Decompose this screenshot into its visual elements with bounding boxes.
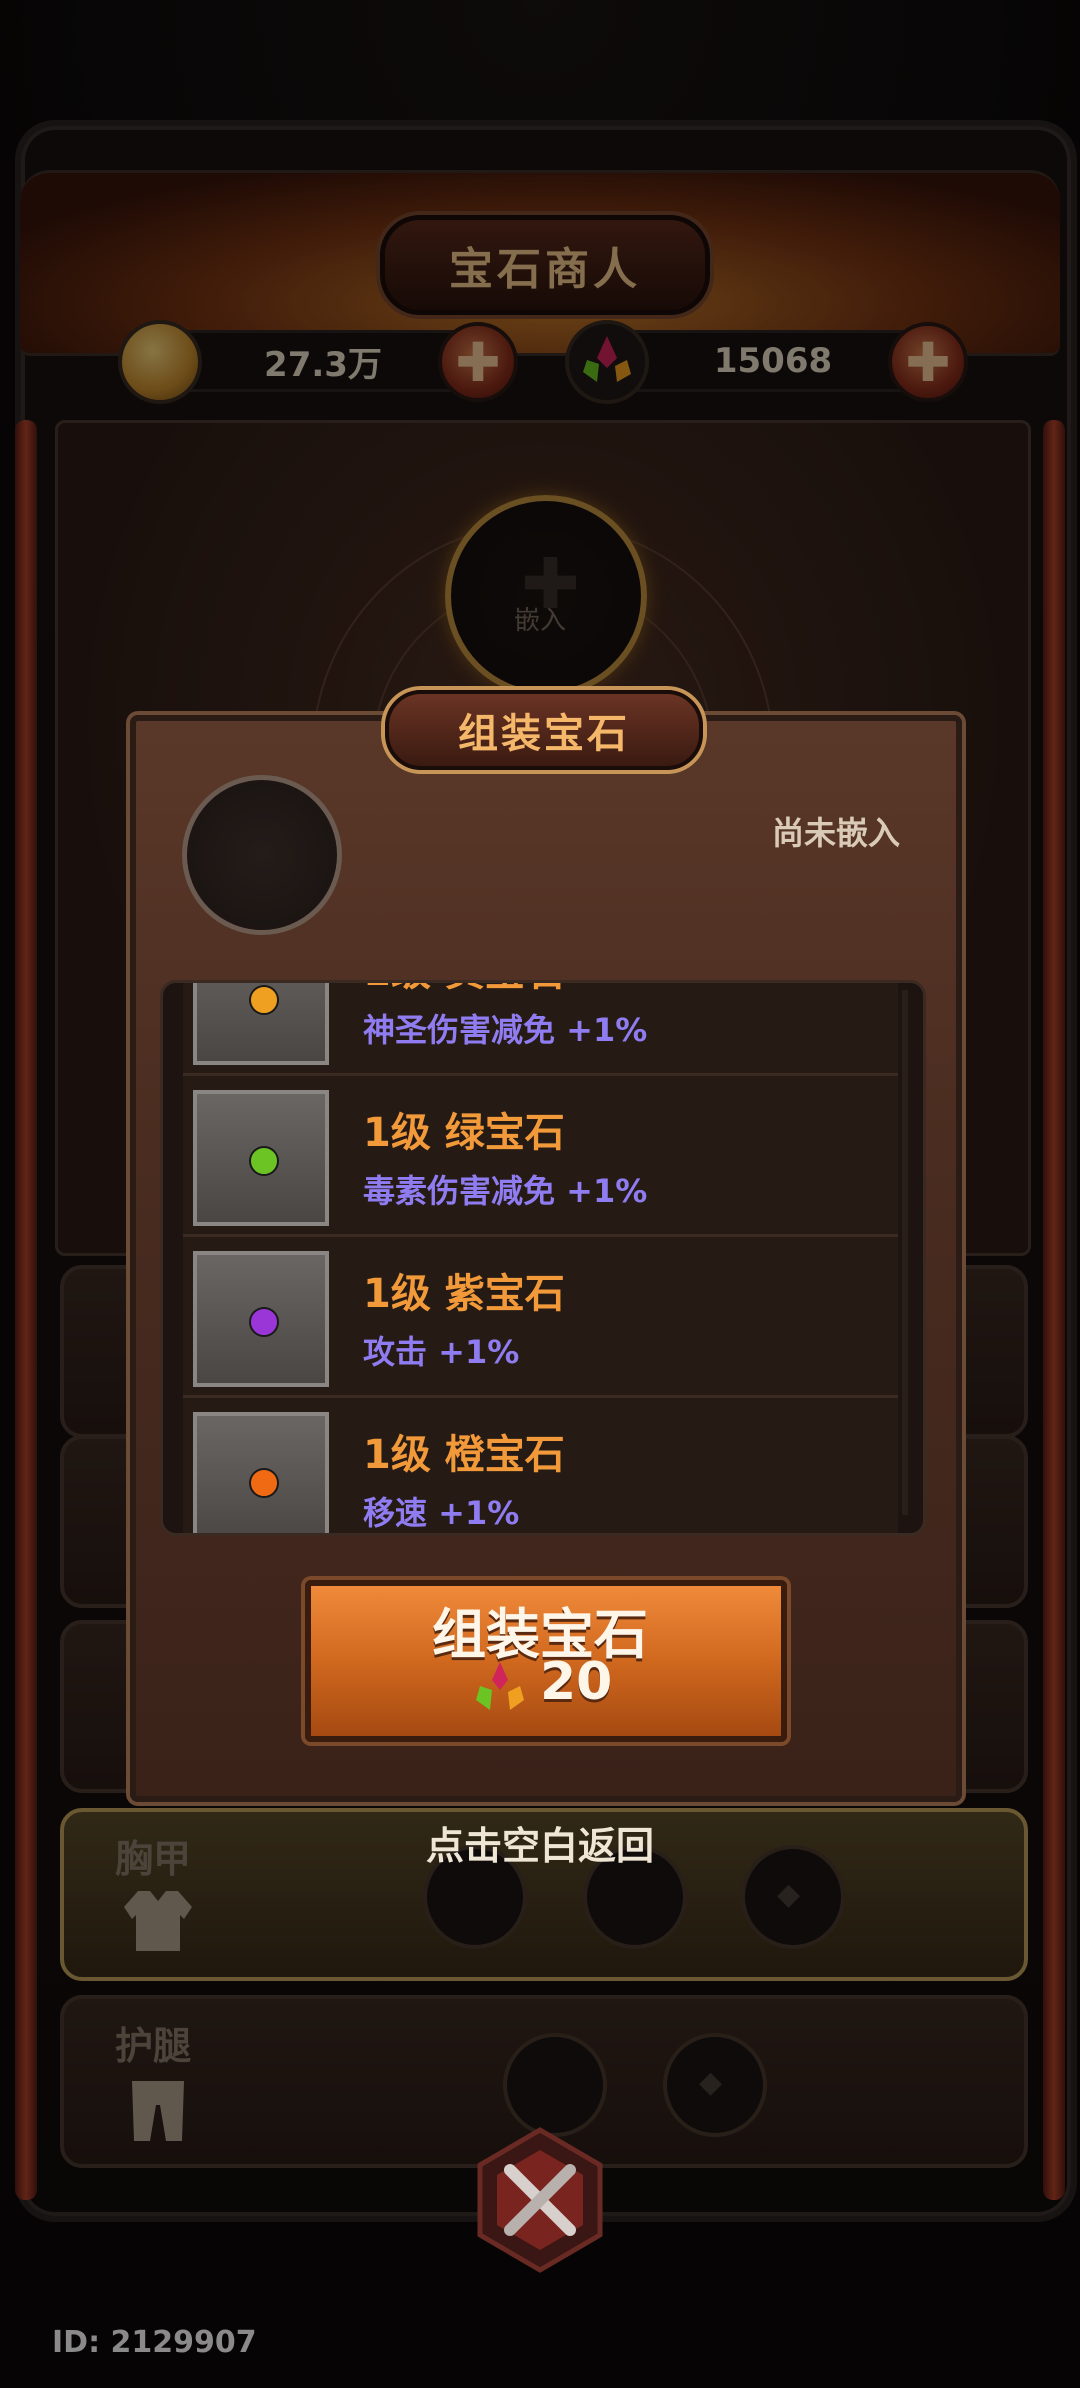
gem-name: 1级 绿宝石	[363, 1110, 565, 1156]
gem-name: 1级 紫宝石	[363, 1271, 565, 1317]
green-gem-icon	[249, 1146, 279, 1176]
gem-cost-icon	[470, 1658, 530, 1718]
orange-gem-icon	[249, 1468, 279, 1498]
gem-effect: 攻击 +1%	[363, 1333, 520, 1371]
modal-title: 组装宝石	[385, 690, 703, 770]
gem-list-item-green[interactable]: 1级 绿宝石 毒素伤害减免 +1%	[183, 1076, 898, 1237]
gem-effect: 毒素伤害减免 +1%	[363, 1172, 648, 1210]
gem-list-scrollbar[interactable]	[902, 990, 908, 1515]
tap-blank-to-return-hint: 点击空白返回	[425, 1824, 654, 1868]
gem-thumbnail	[193, 1251, 329, 1387]
gem-preview-socket	[182, 775, 342, 935]
gem-list-item-yellow[interactable]: 1级 黄宝石 神圣伤害减免 +1%	[183, 983, 898, 1076]
gem-thumbnail	[193, 983, 329, 1065]
gem-name: 1级 橙宝石	[363, 1432, 565, 1478]
user-id: ID: 2129907	[52, 2325, 257, 2360]
yellow-gem-icon	[249, 985, 279, 1015]
gem-list[interactable]: 1级 黄宝石 神圣伤害减免 +1% 1级 绿宝石 毒素伤害减免 +1% 1级 紫…	[160, 980, 926, 1536]
close-emblem-icon[interactable]	[465, 2125, 615, 2275]
gem-effect: 移速 +1%	[363, 1494, 520, 1532]
gem-name: 1级 黄宝石	[363, 983, 565, 997]
gem-effect: 神圣伤害减免 +1%	[363, 1011, 648, 1049]
gem-thumbnail	[193, 1412, 329, 1533]
purple-gem-icon	[249, 1307, 279, 1337]
assemble-cost: 20	[540, 1652, 613, 1712]
gem-thumbnail	[193, 1090, 329, 1226]
gem-list-item-purple[interactable]: 1级 紫宝石 攻击 +1%	[183, 1237, 898, 1398]
gem-list-item-orange[interactable]: 1级 橙宝石 移速 +1%	[183, 1398, 898, 1533]
embed-status: 尚未嵌入	[771, 814, 900, 852]
